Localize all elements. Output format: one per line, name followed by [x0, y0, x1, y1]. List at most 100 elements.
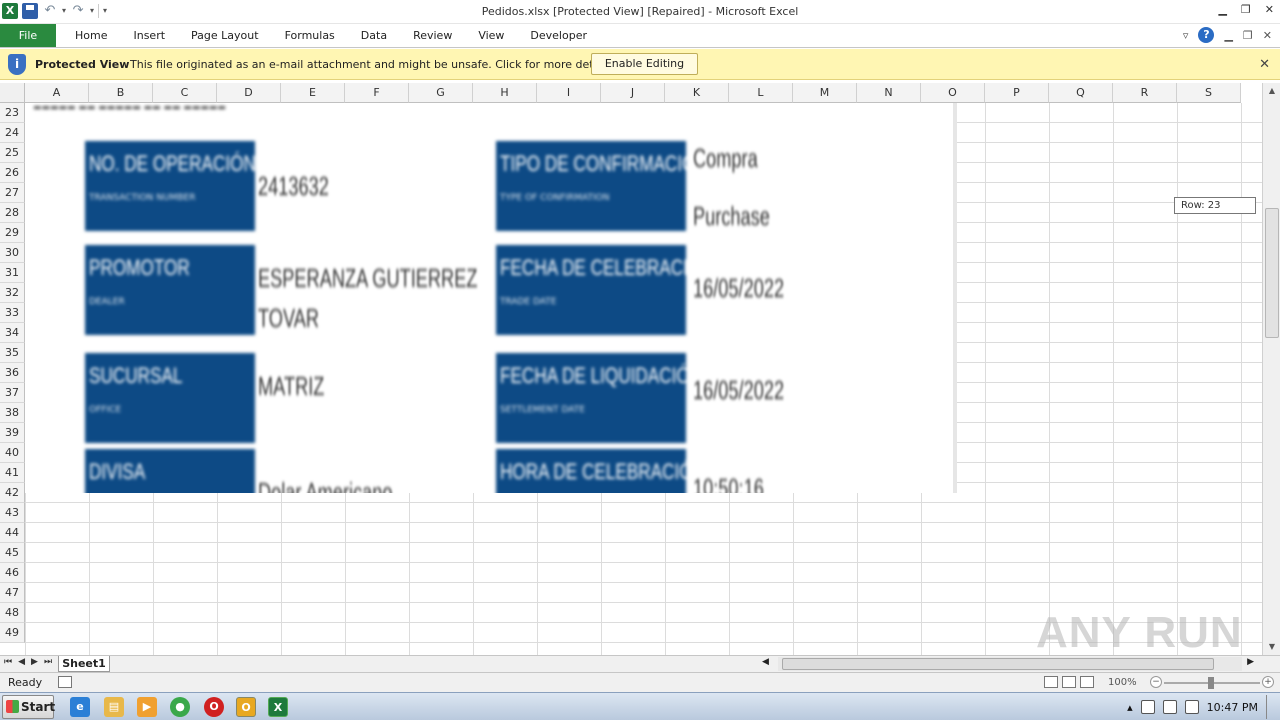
clock[interactable]: 10:47 PM: [1207, 701, 1258, 714]
column-header[interactable]: B: [89, 83, 153, 103]
row-header[interactable]: 36: [0, 363, 25, 383]
column-header[interactable]: I: [537, 83, 601, 103]
opera-icon[interactable]: O: [204, 697, 224, 717]
row-header[interactable]: 39: [0, 423, 25, 443]
select-all-corner[interactable]: [0, 83, 25, 103]
column-header[interactable]: S: [1177, 83, 1241, 103]
maximize-icon[interactable]: ❐: [1241, 3, 1251, 16]
action-center-flag-icon[interactable]: [1184, 700, 1199, 714]
row-header[interactable]: 40: [0, 443, 25, 463]
zoom-level[interactable]: 100%: [1108, 677, 1137, 688]
row-header[interactable]: 46: [0, 563, 25, 583]
column-header[interactable]: G: [409, 83, 473, 103]
row-header[interactable]: 23: [0, 103, 25, 123]
scroll-left-icon[interactable]: ◀: [762, 657, 769, 667]
column-header[interactable]: N: [857, 83, 921, 103]
embedded-picture[interactable]: ▬▬▬▬▬ ▬▬ ▬▬▬▬▬ ▬▬ ▬▬ ▬▬▬▬▬ NO. DE OPERAC…: [25, 103, 957, 493]
internet-explorer-icon[interactable]: e: [70, 697, 90, 717]
row-header[interactable]: 47: [0, 583, 25, 603]
tab-insert[interactable]: Insert: [120, 24, 178, 47]
chrome-icon[interactable]: ●: [170, 697, 190, 717]
worksheet-grid[interactable]: ABCDEFGHIJKLMNOPQRS 23 24 25 26 27 28 29 30 31 32…: [0, 83, 1262, 655]
tab-home[interactable]: Home: [62, 24, 120, 47]
row-header[interactable]: 41: [0, 463, 25, 483]
row-header[interactable]: 32: [0, 283, 25, 303]
column-header[interactable]: R: [1113, 83, 1177, 103]
row-header[interactable]: 48: [0, 603, 25, 623]
row-header[interactable]: 26: [0, 163, 25, 183]
next-sheet-icon[interactable]: ▶: [31, 657, 38, 667]
zoom-slider[interactable]: − +: [1150, 676, 1274, 690]
show-desktop-button[interactable]: [1266, 695, 1276, 719]
tab-file[interactable]: File: [0, 24, 56, 47]
column-header[interactable]: O: [921, 83, 985, 103]
network-icon[interactable]: [1162, 700, 1177, 714]
row-header[interactable]: 49: [0, 623, 25, 643]
page-layout-view-icon[interactable]: [1062, 676, 1076, 688]
column-header[interactable]: L: [729, 83, 793, 103]
column-header[interactable]: Q: [1049, 83, 1113, 103]
sheet-tab-sheet1[interactable]: Sheet1: [58, 656, 110, 672]
row-header[interactable]: 43: [0, 503, 25, 523]
row-header[interactable]: 38: [0, 403, 25, 423]
column-header[interactable]: F: [345, 83, 409, 103]
ribbon-collapse-icon[interactable]: ▿: [1183, 29, 1189, 42]
row-header[interactable]: 28: [0, 203, 25, 223]
media-player-icon[interactable]: ▶: [137, 697, 157, 717]
last-sheet-icon[interactable]: ⏭: [44, 657, 52, 667]
row-header[interactable]: 33: [0, 303, 25, 323]
workbook-restore-icon[interactable]: ❐: [1243, 29, 1253, 42]
row-header[interactable]: 30: [0, 243, 25, 263]
zoom-in-icon[interactable]: +: [1262, 676, 1274, 688]
row-header[interactable]: 45: [0, 543, 25, 563]
row-header[interactable]: 24: [0, 123, 25, 143]
tab-page-layout[interactable]: Page Layout: [178, 24, 272, 47]
tab-formulas[interactable]: Formulas: [272, 24, 348, 47]
tab-review[interactable]: Review: [400, 24, 465, 47]
column-header[interactable]: A: [25, 83, 89, 103]
scroll-up-icon[interactable]: ▲: [1263, 83, 1280, 99]
vertical-scroll-thumb[interactable]: [1265, 208, 1279, 338]
row-header[interactable]: 37: [0, 383, 25, 403]
volume-icon[interactable]: [1140, 700, 1155, 714]
column-header[interactable]: E: [281, 83, 345, 103]
column-header[interactable]: M: [793, 83, 857, 103]
row-header[interactable]: 44: [0, 523, 25, 543]
page-break-view-icon[interactable]: [1080, 676, 1094, 688]
workbook-minimize-icon[interactable]: ▁: [1224, 29, 1232, 42]
vertical-scrollbar[interactable]: ▲ ▼: [1262, 83, 1280, 655]
macro-recording-icon[interactable]: [58, 676, 72, 688]
enable-editing-button[interactable]: Enable Editing: [591, 53, 698, 75]
row-header[interactable]: 31: [0, 263, 25, 283]
scroll-right-icon[interactable]: ▶: [1247, 657, 1254, 667]
column-header[interactable]: J: [601, 83, 665, 103]
protected-view-bar[interactable]: i Protected View This file originated as…: [0, 49, 1280, 80]
close-icon[interactable]: ✕: [1259, 57, 1270, 72]
column-header[interactable]: C: [153, 83, 217, 103]
file-explorer-icon[interactable]: ▤: [104, 697, 124, 717]
row-header[interactable]: 35: [0, 343, 25, 363]
outlook-taskbar-icon[interactable]: O: [236, 697, 256, 717]
first-sheet-icon[interactable]: ⏮: [4, 657, 12, 667]
tray-expand-icon[interactable]: ▴: [1127, 701, 1133, 714]
horizontal-scroll-thumb[interactable]: [782, 658, 1214, 670]
close-icon[interactable]: ✕: [1265, 3, 1274, 16]
row-header[interactable]: 34: [0, 323, 25, 343]
workbook-close-icon[interactable]: ✕: [1263, 29, 1272, 42]
row-header[interactable]: 27: [0, 183, 25, 203]
start-button[interactable]: Start: [2, 695, 55, 719]
row-header[interactable]: 42: [0, 483, 25, 503]
help-icon[interactable]: ?: [1198, 27, 1215, 43]
column-header[interactable]: H: [473, 83, 537, 103]
tab-view[interactable]: View: [465, 24, 517, 47]
tab-data[interactable]: Data: [348, 24, 400, 47]
zoom-knob[interactable]: [1208, 677, 1214, 689]
row-header[interactable]: 29: [0, 223, 25, 243]
minimize-icon[interactable]: ▁: [1218, 3, 1226, 16]
normal-view-icon[interactable]: [1044, 676, 1058, 688]
column-header[interactable]: D: [217, 83, 281, 103]
prev-sheet-icon[interactable]: ◀: [18, 657, 25, 667]
column-header[interactable]: K: [665, 83, 729, 103]
column-header[interactable]: P: [985, 83, 1049, 103]
scroll-down-icon[interactable]: ▼: [1263, 639, 1280, 655]
